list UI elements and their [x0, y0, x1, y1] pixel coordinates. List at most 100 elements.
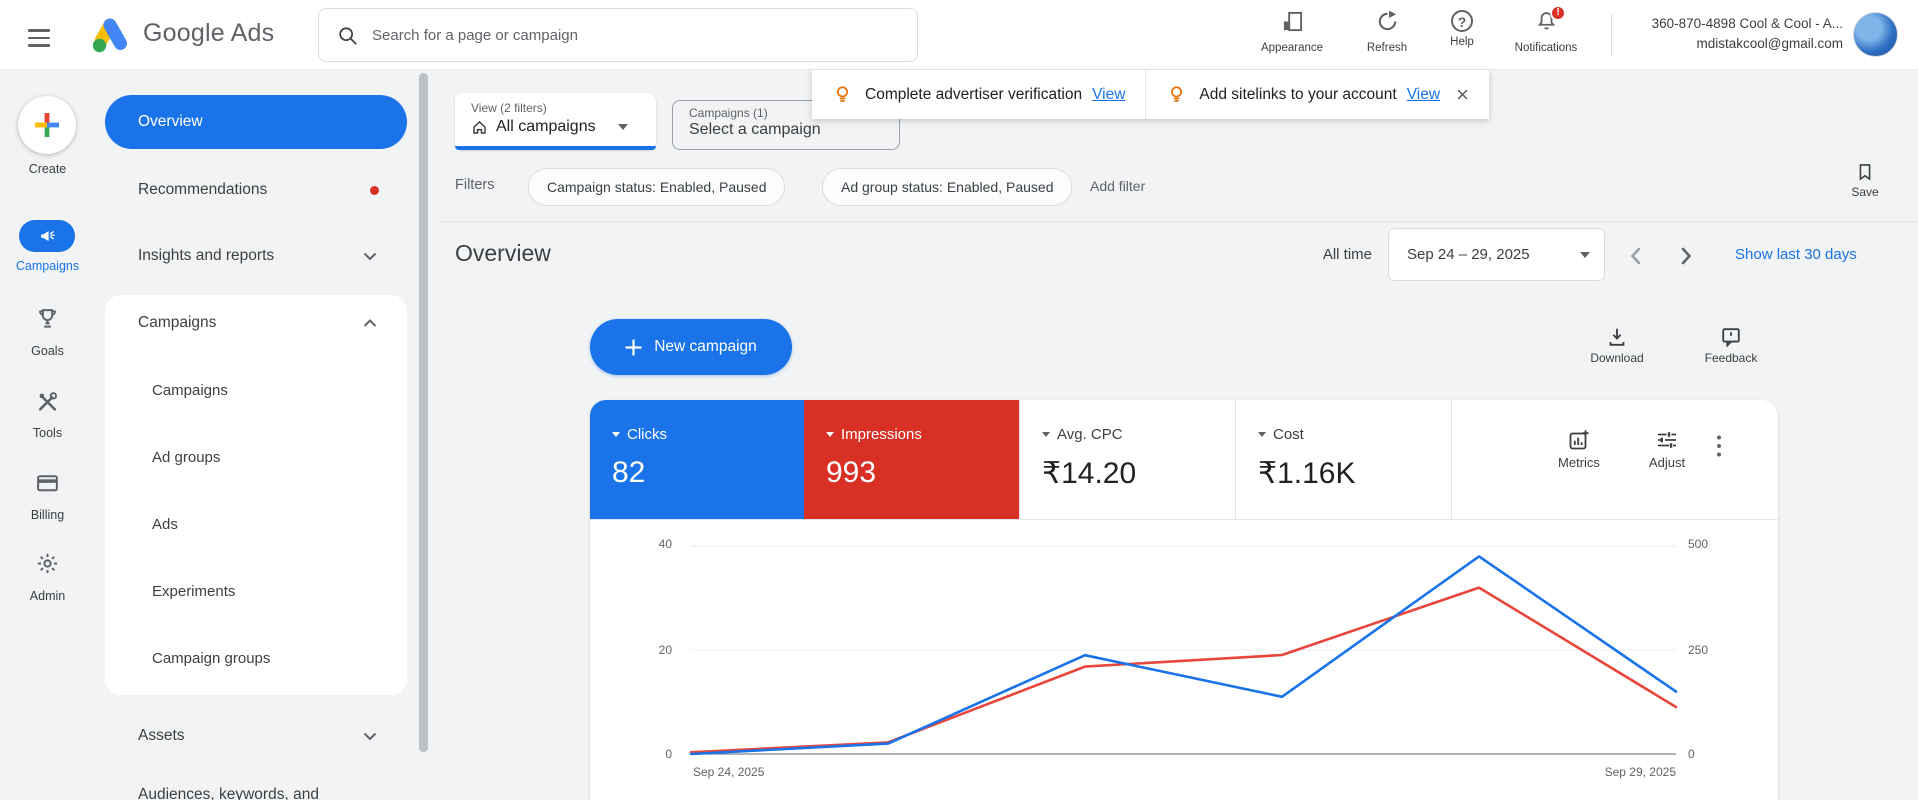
sidebar-item-recommendations[interactable]: Recommendations [105, 165, 407, 215]
sidebar-item-campaign-groups[interactable]: Campaign groups [152, 633, 392, 683]
performance-line-chart[interactable] [689, 545, 1678, 756]
help-icon: ? [1451, 10, 1473, 32]
left-axis-tick: 0 [665, 747, 672, 761]
google-ads-logo-icon [92, 18, 127, 53]
campaigns-section-card: Campaigns Campaigns Ad groups Ads Experi… [105, 295, 407, 695]
sidebar-item-overview[interactable]: Overview [105, 95, 407, 149]
scorecard-label: Impressions [841, 426, 922, 443]
lightbulb-icon [836, 86, 849, 102]
left-axis-tick: 20 [658, 643, 672, 657]
banner-view-link[interactable]: View [1092, 86, 1125, 104]
all-time-label: All time [1322, 246, 1372, 263]
scorecard-cost[interactable]: Cost ₹1.16K [1235, 400, 1451, 519]
notifications-button[interactable]: ! Notifications [1504, 5, 1588, 54]
metrics-label: Metrics [1558, 455, 1600, 470]
campaigns-header-label: Campaigns [138, 314, 217, 331]
google-ads-app: Google Ads Appearance Refresh ? Help ! N… [0, 0, 1918, 800]
brand-ads: Ads [230, 19, 275, 47]
download-label: Download [1590, 351, 1644, 365]
scorecard-impressions[interactable]: Impressions 993 [804, 400, 1019, 519]
sidebar-scrollbar[interactable] [419, 73, 428, 752]
feedback-button[interactable]: Feedback [1689, 326, 1773, 365]
chip-label: Campaign status: Enabled, Paused [547, 179, 767, 195]
prev-date-chevron-icon[interactable] [1622, 242, 1650, 270]
tools-icon[interactable] [35, 389, 60, 414]
insights-label: Insights and reports [138, 247, 275, 264]
appearance-label: Appearance [1260, 42, 1324, 54]
account-info[interactable]: 360-870-4898 Cool & Cool - A... mdistakc… [1613, 14, 1843, 54]
create-label: Create [28, 162, 67, 176]
help-button[interactable]: ? Help [1420, 10, 1504, 48]
metric-caret-icon [1258, 432, 1266, 437]
global-search[interactable] [318, 8, 918, 62]
goals-trophy-icon[interactable] [35, 306, 60, 331]
sidebar-item-experiments[interactable]: Experiments [152, 566, 392, 616]
sidebar-item-audiences[interactable]: Audiences, keywords, and [105, 770, 407, 800]
add-filter-button[interactable]: Add filter [1090, 178, 1145, 194]
adjust-button[interactable]: Adjust [1632, 428, 1702, 470]
series-impressions [689, 586, 1678, 754]
search-input[interactable] [372, 26, 899, 44]
scorecard-clicks[interactable]: Clicks 82 [590, 400, 804, 519]
page-title: Overview [455, 240, 551, 266]
scorecard-value: 82 [612, 456, 646, 489]
save-bookmark-icon [1859, 164, 1871, 181]
divider [590, 519, 1778, 520]
banner-view-link[interactable]: View [1407, 86, 1440, 104]
dropdown-caret-icon [617, 124, 628, 130]
chevron-up-icon [363, 318, 377, 327]
help-label: Help [1450, 36, 1474, 48]
refresh-button[interactable]: Refresh [1345, 10, 1429, 54]
refresh-label: Refresh [1366, 42, 1408, 54]
create-button[interactable] [18, 96, 76, 154]
lightbulb-icon [1171, 86, 1183, 102]
date-range-picker[interactable]: Sep 24 – 29, 2025 [1388, 228, 1605, 281]
more-options-icon[interactable] [1716, 434, 1722, 458]
sidebar-item-assets[interactable]: Assets [105, 711, 407, 761]
avatar[interactable] [1853, 12, 1898, 57]
banner-advertiser-verification: Complete advertiser verification View [812, 70, 1145, 119]
admin-gear-icon[interactable] [35, 551, 60, 576]
search-icon [339, 26, 357, 45]
notification-banners: Complete advertiser verification View Ad… [812, 70, 1489, 119]
account-email: mdistakcool@gmail.com [1696, 36, 1844, 51]
scorecard-label: Avg. CPC [1057, 426, 1123, 443]
chart-tools: Metrics Adjust [1451, 400, 1778, 519]
rail-goals-label: Goals [31, 344, 64, 358]
close-icon[interactable]: × [1456, 83, 1469, 105]
right-axis-tick: 0 [1688, 747, 1695, 761]
view-filter-tab[interactable]: View (2 filters) All campaigns [455, 93, 656, 150]
sidebar-item-insights[interactable]: Insights and reports [105, 231, 407, 281]
new-campaign-button[interactable]: New campaign [590, 319, 792, 375]
chevron-down-icon [363, 732, 377, 740]
show-last-30-days-link[interactable]: Show last 30 days [1735, 246, 1857, 263]
scorecard-label: Cost [1273, 426, 1304, 443]
refresh-icon [1378, 10, 1396, 31]
sidebar-item-ad-groups[interactable]: Ad groups [152, 432, 392, 482]
sidebar-item-campaigns-header[interactable]: Campaigns [105, 298, 407, 348]
x-axis-label-start: Sep 24, 2025 [693, 765, 765, 779]
download-button[interactable]: Download [1575, 326, 1659, 365]
rail-item-campaigns[interactable] [19, 220, 75, 252]
rail-admin-label: Admin [29, 589, 66, 603]
save-label: Save [1851, 185, 1879, 199]
save-button[interactable]: Save [1838, 162, 1892, 199]
next-date-chevron-icon[interactable] [1672, 242, 1700, 270]
sidebar-item-campaigns[interactable]: Campaigns [152, 365, 392, 415]
topbar-divider [1611, 14, 1612, 56]
appearance-button[interactable]: Appearance [1250, 10, 1334, 54]
filter-chip-ad-group-status[interactable]: Ad group status: Enabled, Paused [822, 168, 1073, 206]
assets-label: Assets [138, 727, 185, 744]
left-axis-tick: 40 [658, 537, 672, 551]
brand-title: Google Ads [143, 19, 274, 48]
metrics-button[interactable]: Metrics [1544, 428, 1614, 470]
filter-chip-campaign-status[interactable]: Campaign status: Enabled, Paused [528, 168, 786, 206]
billing-card-icon[interactable] [35, 471, 60, 496]
series-clicks [689, 555, 1678, 756]
menu-icon[interactable] [28, 24, 50, 52]
feedback-label: Feedback [1704, 351, 1758, 365]
sidebar-item-ads[interactable]: Ads [152, 499, 392, 549]
scorecard-avg-cpc[interactable]: Avg. CPC ₹14.20 [1019, 400, 1235, 519]
filters-label: Filters [455, 177, 495, 193]
x-axis-label-end: Sep 29, 2025 [1604, 765, 1676, 779]
